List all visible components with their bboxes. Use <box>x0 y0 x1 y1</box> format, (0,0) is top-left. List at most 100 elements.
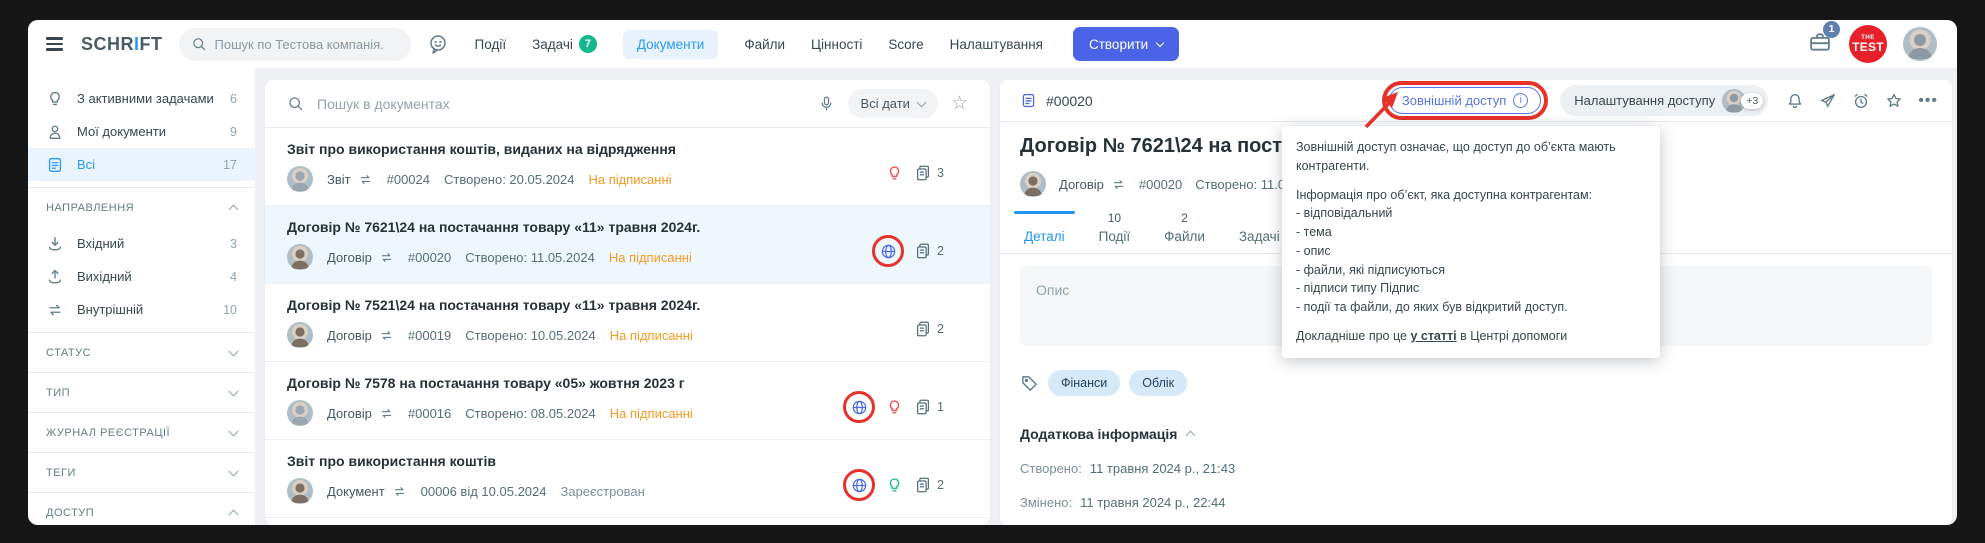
sidebar-section-access[interactable]: ДОСТУП <box>28 492 255 525</box>
responsible-avatar <box>287 400 313 426</box>
send-icon[interactable] <box>1819 92 1837 110</box>
notifications-bell-icon[interactable] <box>1786 92 1804 110</box>
tags-row: Фінанси Облік <box>1020 370 1932 396</box>
swap-icon <box>379 406 394 421</box>
lightbulb-icon <box>885 476 904 495</box>
lightbulb-icon <box>885 398 904 417</box>
create-button[interactable]: Створити <box>1073 27 1179 61</box>
modified-line: Змінено:11 травня 2024 р., 22:44 <box>1020 495 1932 510</box>
tab-files[interactable]: 2 Файли <box>1152 211 1217 253</box>
external-access-tooltip: Зовнішній доступ означає, що доступ до о… <box>1282 126 1660 358</box>
sidebar-item-internal[interactable]: Внутрішній 10 <box>28 293 255 326</box>
pages-icon <box>914 164 932 182</box>
count-badge: 3 <box>230 237 237 251</box>
global-search[interactable] <box>179 28 411 61</box>
search-icon <box>191 36 207 52</box>
document-row-selected[interactable]: Договір № 7621\24 на постачання товару «… <box>265 206 990 284</box>
nav-item-tasks[interactable]: Задачі7 <box>532 35 597 53</box>
document-list-icon <box>46 156 64 174</box>
sidebar-section-type[interactable]: ТИП <box>28 372 255 412</box>
additional-info-toggle[interactable]: Додаткова інформація <box>1020 426 1932 442</box>
status-badge: На підписанні <box>610 328 693 343</box>
sidebar-section-status[interactable]: СТАТУС <box>28 332 255 372</box>
top-navbar: SCHRIFT Події Задачі7 Документи Файли Ці… <box>28 20 1957 68</box>
copies-indicator: 3 <box>914 164 944 182</box>
sidebar-item-my-documents[interactable]: Мої документи 9 <box>28 115 255 148</box>
cycle-icon <box>46 301 64 319</box>
copies-indicator: 2 <box>914 242 944 260</box>
count-badge: 9 <box>230 125 237 139</box>
app-window: SCHRIFT Події Задачі7 Документи Файли Ці… <box>28 20 1957 525</box>
responsible-avatar <box>1020 171 1046 197</box>
created-line: Створено:11 травня 2024 р., 21:43 <box>1020 461 1932 476</box>
count-badge: 17 <box>223 158 237 172</box>
status-badge: На підписанні <box>609 250 692 265</box>
reminder-clock-icon[interactable] <box>1852 92 1870 110</box>
count-badge: 6 <box>230 92 237 106</box>
document-row[interactable]: Звіт про використання коштів Документ 00… <box>265 440 990 518</box>
chevron-down-icon <box>917 97 927 107</box>
sidebar-item-incoming[interactable]: Вхідний 3 <box>28 227 255 260</box>
sidebar-section-registry[interactable]: ЖУРНАЛ РЕЄСТРАЦІЇ <box>28 412 255 452</box>
info-icon: i <box>1513 93 1528 108</box>
chevron-up-icon <box>229 204 239 214</box>
document-row[interactable]: Звіт про використання коштів, виданих на… <box>265 128 990 206</box>
nav-item-documents[interactable]: Документи <box>623 30 718 59</box>
document-icon <box>1020 92 1037 109</box>
copies-indicator: 1 <box>914 398 944 416</box>
pages-icon <box>914 398 932 416</box>
support-chat-icon[interactable] <box>427 33 449 55</box>
sidebar-item-outgoing[interactable]: Вихідний 4 <box>28 260 255 293</box>
sidebar-item-all[interactable]: Всі 17 <box>28 148 255 181</box>
document-row[interactable]: Договір № 7521\24 на постачання товару «… <box>265 284 990 362</box>
date-filter-dropdown[interactable]: Всі дати <box>848 89 938 118</box>
nav-item-events[interactable]: Події <box>475 37 507 52</box>
pages-icon <box>914 476 932 494</box>
copies-indicator: 2 <box>914 320 944 338</box>
tab-details[interactable]: Деталі <box>1012 211 1077 253</box>
tag-chip[interactable]: Облік <box>1129 370 1187 396</box>
microphone-icon[interactable] <box>818 95 835 112</box>
status-badge: Зареєстрован <box>561 484 645 499</box>
sidebar-section-tags[interactable]: ТЕГИ <box>28 452 255 492</box>
tag-chip[interactable]: Фінанси <box>1048 370 1120 396</box>
tab-events[interactable]: 10 Події <box>1087 211 1143 253</box>
sidebar: З активними задачами 6 Мої документи 9 В… <box>28 68 255 525</box>
swap-icon <box>392 484 407 499</box>
inbox-icon[interactable]: 1 <box>1807 29 1833 60</box>
help-article-link[interactable]: у статті <box>1410 329 1456 343</box>
nav-item-settings[interactable]: Налаштування <box>950 37 1043 52</box>
chevron-down-icon <box>1156 38 1164 46</box>
detail-header: #00020 Зовнішній доступ i Налаштування д… <box>1000 80 1952 122</box>
document-search-input[interactable] <box>317 96 805 112</box>
sidebar-section-direction[interactable]: НАПРАВЛЕННЯ <box>28 187 255 227</box>
annotation-ring <box>843 391 875 423</box>
chevron-down-icon <box>229 386 239 396</box>
chevron-up-icon <box>229 509 239 519</box>
person-icon <box>46 123 64 141</box>
nav-item-values[interactable]: Цінності <box>811 37 862 52</box>
search-icon <box>287 95 304 112</box>
nav-item-score[interactable]: Score <box>888 37 923 52</box>
annotation-arrow <box>1352 88 1414 130</box>
user-avatar[interactable] <box>1903 27 1937 61</box>
workspace-badge[interactable]: THE TEST <box>1849 25 1887 63</box>
access-settings-button[interactable]: Налаштування доступу +3 <box>1560 85 1768 116</box>
pages-icon <box>914 242 932 260</box>
global-search-input[interactable] <box>215 37 399 52</box>
globe-icon <box>879 242 898 261</box>
logo[interactable]: SCHRIFT <box>81 34 163 55</box>
navbar-right-cluster: 1 THE TEST <box>1807 25 1937 63</box>
document-row[interactable]: Договір № 7578 на постачання товару «05»… <box>265 362 990 440</box>
lightbulb-icon <box>885 164 904 183</box>
star-icon[interactable] <box>1885 92 1903 110</box>
favorites-filter-icon[interactable]: ☆ <box>951 94 968 113</box>
copies-indicator: 2 <box>914 476 944 494</box>
tasks-count-badge: 7 <box>579 35 597 53</box>
sidebar-item-active-tasks[interactable]: З активними задачами 6 <box>28 82 255 115</box>
nav-item-files[interactable]: Файли <box>744 37 785 52</box>
more-options-icon[interactable]: ••• <box>1918 92 1938 110</box>
swap-icon <box>358 172 373 187</box>
hamburger-menu-icon[interactable] <box>46 37 63 50</box>
tag-icon <box>1020 374 1039 393</box>
